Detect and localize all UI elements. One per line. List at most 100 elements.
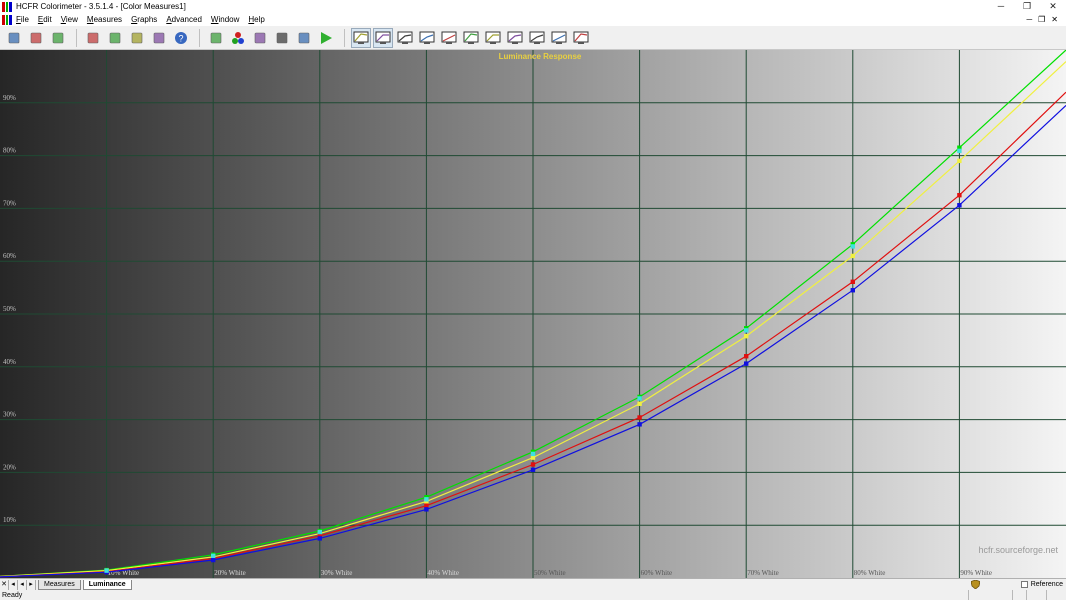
view-11-icon [573,31,589,45]
x-tick-label: 90% White [960,569,992,577]
document-icon[interactable] [2,14,13,25]
svg-text:?: ? [178,33,183,43]
reference-label: Reference [1030,581,1063,588]
view-8-button[interactable] [505,28,525,48]
view-4-icon [419,31,435,45]
data-point [744,333,749,339]
save-icon [51,31,65,45]
colors-button[interactable] [250,28,270,48]
patterns-button[interactable] [272,28,292,48]
reference-point [850,244,855,249]
data-point [424,507,429,512]
view-6-button[interactable] [461,28,481,48]
view-10-button[interactable] [549,28,569,48]
data-point [637,401,642,406]
y-tick-label: 80% [3,147,16,155]
data-point [957,193,962,198]
mdi-close-button[interactable]: ✕ [1051,13,1058,26]
open-button[interactable] [26,28,46,48]
y-tick-label: 10% [3,516,16,524]
print-button[interactable] [149,28,169,48]
tab-next-button[interactable]: ▸ [27,579,36,590]
menu-edit[interactable]: Edit [38,15,52,24]
cut-icon [86,31,100,45]
mdi-restore-button[interactable]: ❐ [1038,13,1045,26]
data-point [530,462,536,467]
view-5-icon [441,31,457,45]
sensor-icon [209,31,223,45]
menu-view[interactable]: View [61,15,78,24]
y-tick-label: 30% [3,411,16,419]
menu-help[interactable]: Help [248,15,264,24]
view-10-icon [551,31,567,45]
status-bar: Ready [0,590,1066,600]
minimize-button[interactable]: ─ [988,0,1014,13]
menu-bar: File Edit View Measures Graphs Advanced … [0,13,1066,26]
reference-point [744,328,749,333]
view-3-icon [397,31,413,45]
save-button[interactable] [48,28,68,48]
x-tick-label: 80% White [854,569,886,577]
patterns-icon [275,31,289,45]
tab-bar: ✕ ◂ ◂ ▸ Measures Luminance Reference [0,578,1066,590]
camera-button[interactable] [294,28,314,48]
reference-checkbox[interactable] [1020,581,1028,588]
chart-title: Luminance Response [499,52,582,61]
view-2-icon [375,31,391,45]
close-button[interactable]: ✕ [1040,0,1066,13]
view-3-button[interactable] [395,28,415,48]
camera-icon [297,31,311,45]
paste-icon [130,31,144,45]
help-button[interactable]: ? [171,28,191,48]
tab-close-button[interactable]: ✕ [0,579,9,590]
view-5-button[interactable] [439,28,459,48]
reference-point [424,497,429,502]
menu-window[interactable]: Window [211,15,239,24]
data-point [850,279,855,284]
mdi-minimize-button[interactable]: ─ [1026,13,1032,26]
reference-point [211,553,216,559]
reference-point [637,396,642,401]
status-text: Ready [2,591,23,599]
toolbar-separator [344,28,345,47]
shield-icon [971,580,980,589]
x-tick-label: 60% White [641,569,673,577]
view-11-button[interactable] [571,28,591,48]
reference-point [957,148,962,154]
menu-graphs[interactable]: Graphs [131,15,157,24]
data-point [211,557,216,563]
toolbar-separator [76,28,77,47]
menu-advanced[interactable]: Advanced [166,15,202,24]
help-icon: ? [174,31,188,45]
play-button[interactable] [316,28,336,48]
tab-measures[interactable]: Measures [38,579,81,590]
x-tick-label: 50% White [534,569,566,577]
watermark: hcfr.sourceforge.net [978,545,1058,555]
window-title: HCFR Colorimeter - 3.5.1.4 - [Color Meas… [16,2,186,11]
x-tick-label: 20% White [214,569,246,577]
sensor-button[interactable] [206,28,226,48]
data-point [744,354,749,359]
tab-first-button[interactable]: ◂ [9,579,18,590]
view-4-button[interactable] [417,28,437,48]
view-7-button[interactable] [483,28,503,48]
tab-prev-button[interactable]: ◂ [18,579,27,590]
view-9-button[interactable] [527,28,547,48]
view-2-button[interactable] [373,27,393,48]
paste-button[interactable] [127,28,147,48]
view-8-icon [507,31,523,45]
rgb-dots-button[interactable] [228,28,248,48]
view-1-button[interactable] [351,27,371,48]
data-point [850,288,855,293]
tab-luminance[interactable]: Luminance [82,579,132,590]
menu-file[interactable]: File [16,15,29,24]
y-tick-label: 60% [3,252,16,260]
data-point [957,158,962,164]
status-pane [968,590,1012,600]
new-button[interactable] [4,28,24,48]
cut-button[interactable] [83,28,103,48]
restore-button[interactable]: ❐ [1014,0,1040,13]
copy-button[interactable] [105,28,125,48]
luminance-chart[interactable]: 10%20%30%40%50%60%70%80%90% 10% White 20%… [0,50,1066,578]
menu-measures[interactable]: Measures [87,15,122,24]
